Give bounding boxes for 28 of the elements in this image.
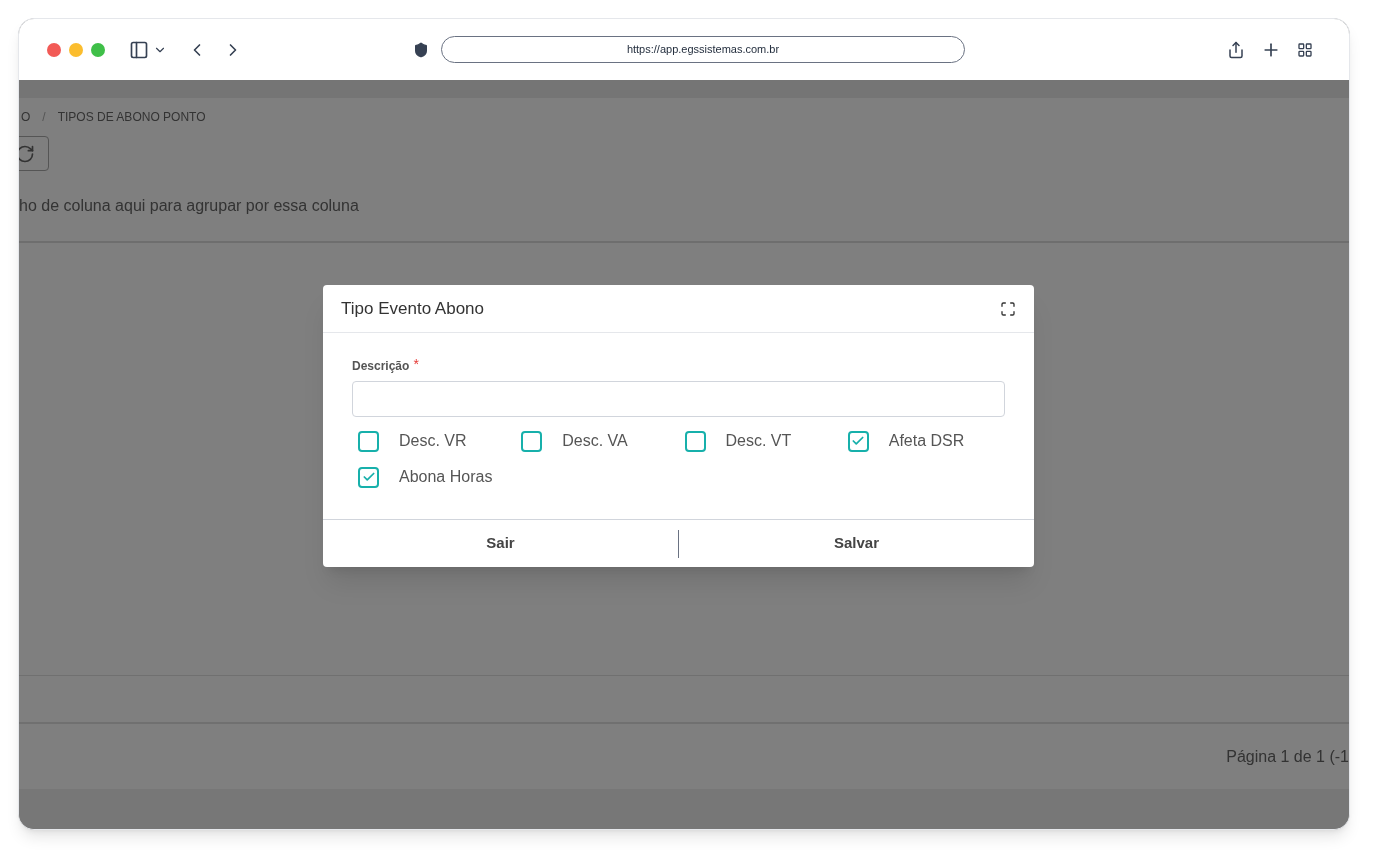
check-icon	[361, 470, 376, 484]
checkbox-label: Desc. VR	[399, 431, 467, 451]
description-field[interactable]	[352, 381, 1005, 417]
tabs-overview-icon[interactable]	[1297, 41, 1313, 58]
dialog-button[interactable]: Salvar	[679, 520, 1034, 567]
check-icon	[851, 434, 866, 448]
dialog-button[interactable]: Sair	[323, 520, 678, 567]
pager-text: Página 1 de 1 (-1	[1226, 746, 1349, 767]
refresh-button[interactable]	[19, 136, 49, 171]
shield-icon[interactable]	[413, 41, 429, 58]
refresh-icon	[19, 143, 35, 164]
group-hint: ho de coluna aqui para agrupar por essa coluna	[19, 196, 359, 216]
checkbox[interactable]	[358, 430, 379, 452]
field-label: Descrição	[352, 358, 410, 375]
checkbox-label: Desc. VT	[725, 431, 792, 451]
checkbox-label: Desc. VA	[562, 431, 628, 451]
required-mark: *	[413, 357, 419, 371]
checkbox[interactable]	[358, 466, 379, 488]
checkbox-label: Abona Horas	[399, 467, 493, 487]
share-icon[interactable]	[1227, 40, 1245, 59]
breadcrumb-separator: /	[42, 109, 46, 126]
sidebar-icon[interactable]	[129, 39, 149, 60]
checkbox[interactable]	[847, 430, 869, 452]
checkbox[interactable]	[521, 430, 543, 452]
checkbox[interactable]	[684, 430, 706, 452]
dialog-title: Tipo Evento Abono	[341, 297, 485, 320]
maximize-icon[interactable]	[1000, 300, 1016, 317]
checkbox-label: Afeta DSR	[888, 431, 965, 451]
